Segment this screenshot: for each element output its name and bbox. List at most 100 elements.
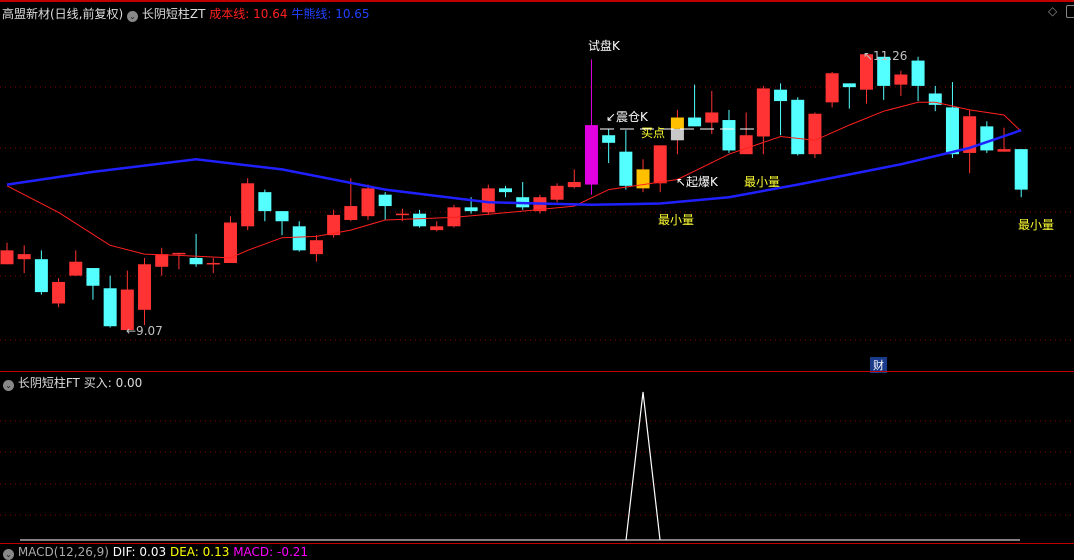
candle-body xyxy=(774,89,788,102)
candle-body xyxy=(842,83,856,88)
candle-body xyxy=(86,268,100,286)
candle xyxy=(17,245,31,274)
candle-body xyxy=(756,88,770,137)
macd-dea: DEA: 0.13 xyxy=(169,545,230,559)
candle-body xyxy=(945,107,959,155)
candle-body xyxy=(103,288,117,327)
candle xyxy=(791,97,805,156)
candle xyxy=(670,109,684,155)
low-price-label: ←9.07 xyxy=(126,324,163,338)
candle xyxy=(894,70,908,97)
candle xyxy=(189,233,203,267)
candle-body xyxy=(138,264,152,310)
candle-body xyxy=(894,74,908,85)
candle-body xyxy=(292,226,306,251)
candle xyxy=(361,184,375,220)
candle xyxy=(705,90,719,134)
candle xyxy=(275,211,289,236)
candle-body xyxy=(653,145,667,184)
candle-body xyxy=(705,112,719,123)
candle xyxy=(430,221,444,232)
candle-body xyxy=(155,254,169,267)
candle-body xyxy=(378,194,392,207)
candle xyxy=(928,85,942,112)
panel-separator xyxy=(0,543,1074,544)
candle-body xyxy=(223,222,237,263)
candle-body xyxy=(619,151,633,186)
candle-body xyxy=(413,213,427,227)
candle-body xyxy=(550,185,564,200)
candle-body xyxy=(808,113,822,155)
macd-header: ⌄ MACD(12,26,9) DIF: 0.03 DEA: 0.13 MACD… xyxy=(3,545,308,560)
buy-signal-line xyxy=(625,391,661,541)
candle xyxy=(584,59,598,195)
candle-body xyxy=(34,259,48,293)
candle xyxy=(34,250,48,295)
candle-body xyxy=(430,226,444,231)
candle xyxy=(567,169,581,189)
candle xyxy=(722,109,736,153)
bull-line xyxy=(6,129,1022,207)
candle xyxy=(103,275,117,328)
candle xyxy=(653,145,667,193)
candle-body xyxy=(825,73,839,103)
candle-body-gray xyxy=(670,128,684,141)
cost-line xyxy=(6,101,1022,259)
candle xyxy=(86,268,100,300)
buy-point-label: 买点 xyxy=(641,126,666,140)
candle xyxy=(69,250,83,276)
high-price-label: ↖11.26 xyxy=(863,49,908,63)
sub-indicator-name[interactable]: 长阴短柱FT xyxy=(18,376,80,390)
min-volume-label: 最小量 xyxy=(658,213,695,227)
candle-body xyxy=(241,183,255,227)
candle xyxy=(155,247,169,276)
macd-title[interactable]: MACD(12,26,9) xyxy=(18,545,109,559)
candle xyxy=(138,257,152,325)
candle xyxy=(774,83,788,136)
candle-body xyxy=(206,262,220,265)
candle-body xyxy=(344,206,358,220)
candle xyxy=(499,185,513,198)
candle-body xyxy=(17,254,31,260)
candle xyxy=(206,257,220,274)
min-volume-label: 最小量 xyxy=(744,175,781,189)
candle xyxy=(877,56,891,100)
colon: : xyxy=(107,376,112,390)
candle-body xyxy=(69,261,83,276)
candle-body xyxy=(567,182,581,188)
candle xyxy=(963,109,977,174)
launch-k-label: ↖起爆K xyxy=(676,175,718,189)
candle xyxy=(241,178,255,231)
candle-body xyxy=(499,188,513,193)
min-volume-label: 最小量 xyxy=(1018,218,1055,232)
candle-body xyxy=(688,117,702,127)
candle-body xyxy=(1014,149,1028,190)
shake-k-label: ↙震仓K xyxy=(606,110,648,124)
candle-body xyxy=(275,211,289,222)
candle xyxy=(688,84,702,127)
candle-body xyxy=(361,188,375,217)
candle-body xyxy=(172,252,186,255)
candle xyxy=(309,235,323,262)
candle xyxy=(602,128,616,164)
candle xyxy=(808,112,822,158)
candle-body xyxy=(189,257,203,265)
candle xyxy=(911,56,925,102)
candlestick-chart xyxy=(0,53,1074,541)
candle-body xyxy=(980,126,994,151)
candle-body xyxy=(739,135,753,155)
candle xyxy=(997,127,1011,152)
candle xyxy=(516,182,530,210)
candle xyxy=(481,184,495,215)
candle xyxy=(825,71,839,108)
candle-body xyxy=(584,125,598,185)
candle xyxy=(636,159,650,193)
candle-body xyxy=(0,250,14,265)
candle xyxy=(945,82,959,158)
candle xyxy=(550,183,564,203)
candle xyxy=(842,83,856,109)
indicator-menu-icon[interactable]: ⌄ xyxy=(3,380,14,391)
candle xyxy=(120,270,134,331)
macd-value: MACD: -0.21 xyxy=(233,545,309,559)
candle xyxy=(1014,149,1028,198)
